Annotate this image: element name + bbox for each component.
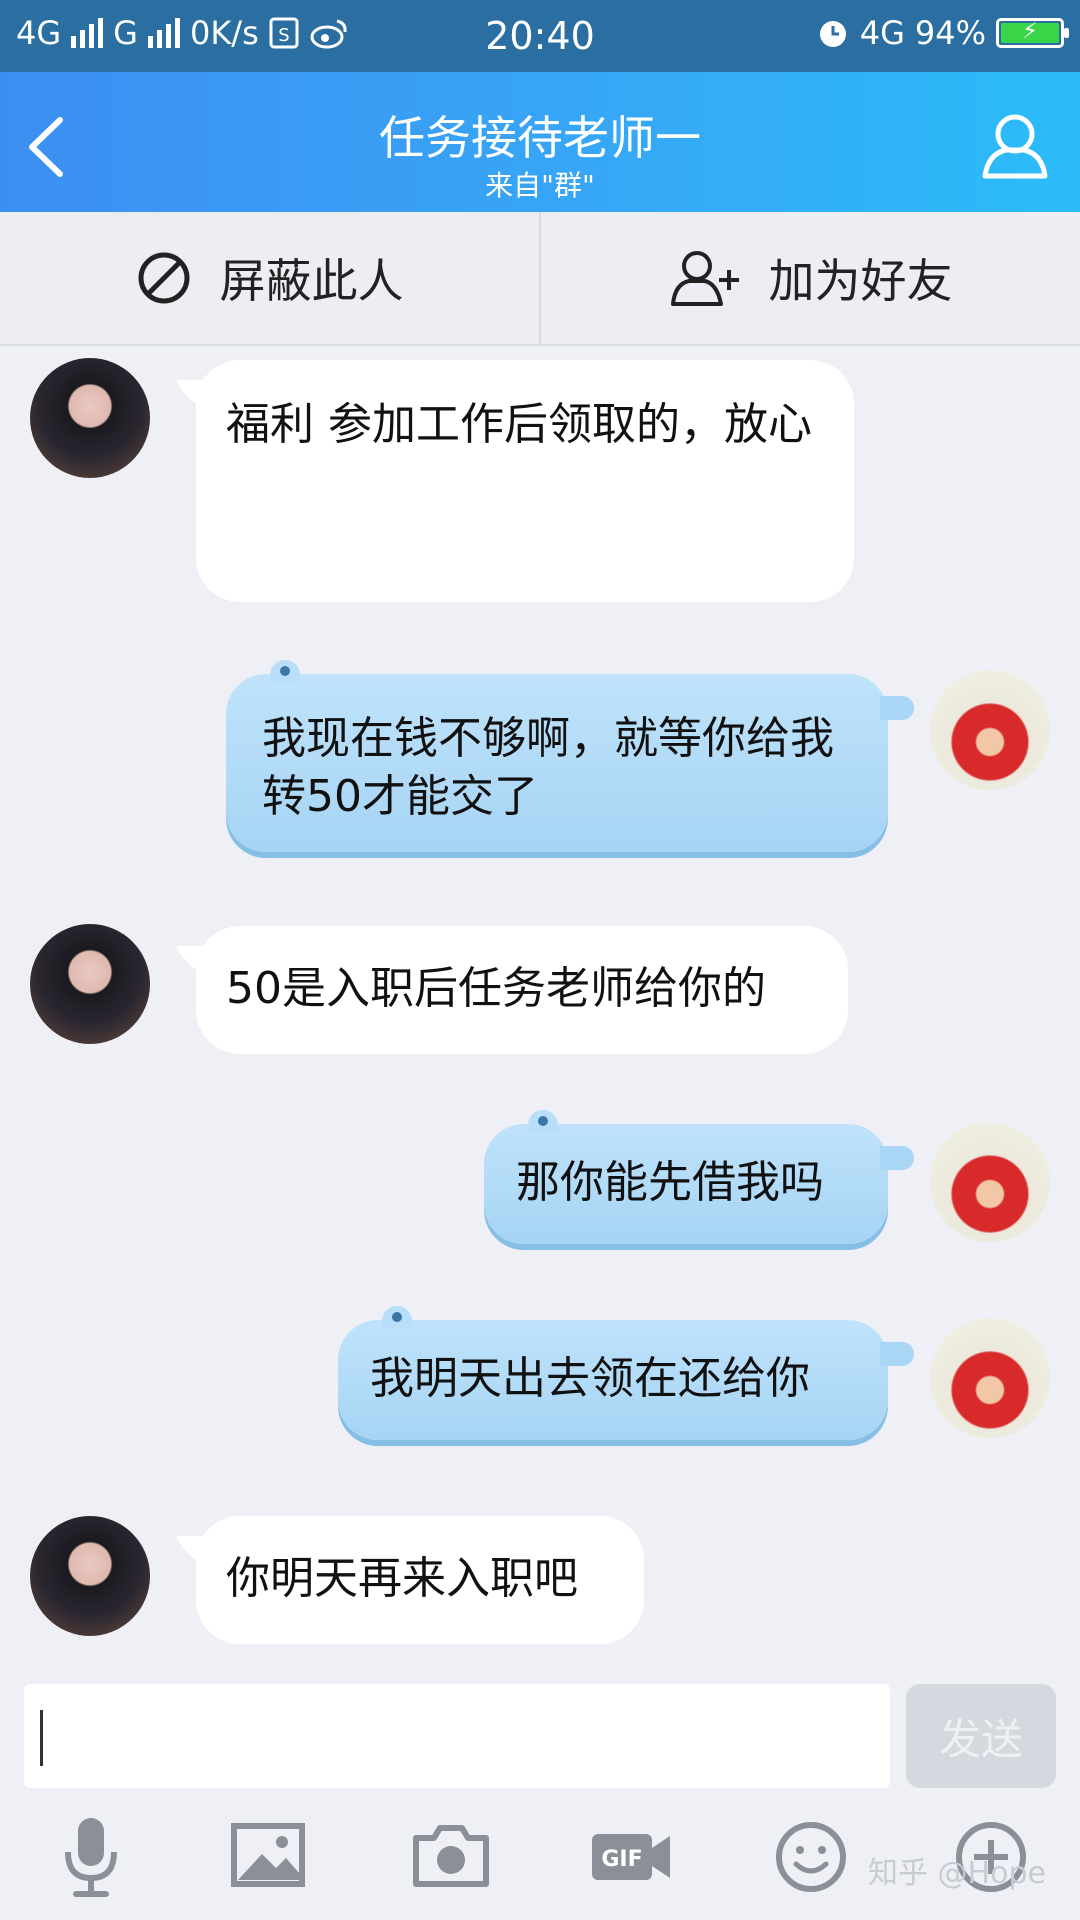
message-bubble-outgoing[interactable]: 我明天出去领在还给你: [338, 1306, 914, 1440]
block-user-label: 屏蔽此人: [219, 254, 404, 308]
add-user-icon: [670, 251, 739, 306]
bubble-decoration: [528, 1110, 558, 1132]
message-text: 50是入职后任务老师给你的: [226, 963, 766, 1014]
nav-bar: 任务接待老师一 来自"群": [0, 72, 1080, 212]
camera-icon[interactable]: [406, 1812, 496, 1902]
send-button[interactable]: 发送: [906, 1684, 1056, 1788]
chat-title: 任务接待老师一: [379, 111, 701, 165]
avatar-self[interactable]: [930, 1318, 1050, 1438]
microphone-icon[interactable]: [46, 1812, 136, 1902]
add-friend-button[interactable]: 加为好友: [541, 212, 1080, 344]
bubble-decoration: [270, 660, 300, 682]
message-bubble-incoming[interactable]: 你明天再来入职吧: [196, 1516, 644, 1644]
message-text: 福利 参加工作后领取的，放心: [226, 399, 812, 450]
message-bubble-incoming[interactable]: 50是入职后任务老师给你的: [196, 926, 848, 1054]
status-bar: 4G G 0K/s S 20:40 4G 94% ⚡: [0, 0, 1080, 72]
message-text: 我明天出去领在还给你: [370, 1353, 810, 1404]
message-bubble-outgoing[interactable]: 我现在钱不够啊，就等你给我转50才能交了: [226, 660, 914, 852]
gif-icon[interactable]: GIF: [586, 1812, 676, 1902]
network-type-right: 4G: [859, 14, 905, 52]
bubble-decoration: [382, 1306, 412, 1328]
add-friend-label: 加为好友: [768, 254, 953, 308]
battery-percent: 94%: [914, 14, 986, 52]
image-icon[interactable]: [224, 1812, 314, 1902]
avatar-other[interactable]: [30, 924, 150, 1044]
block-icon: [138, 252, 189, 304]
message-text: 我现在钱不够啊，就等你给我转50才能交了: [262, 713, 834, 822]
text-caret: [40, 1710, 43, 1766]
message-bubble-outgoing[interactable]: 那你能先借我吗: [484, 1110, 914, 1244]
action-bar: 屏蔽此人 加为好友: [0, 212, 1080, 346]
alarm-icon: [819, 21, 846, 47]
svg-text:GIF: GIF: [601, 1847, 642, 1872]
battery-icon: ⚡: [996, 18, 1069, 48]
emoji-icon[interactable]: [766, 1812, 856, 1902]
message-text: 你明天再来入职吧: [226, 1553, 578, 1604]
input-row: 发送: [0, 1670, 1080, 1790]
chat-subtitle: 来自"群": [485, 169, 595, 202]
status-right: 4G 94% ⚡: [816, 14, 1069, 52]
watermark: 知乎 @Hope: [868, 1856, 1046, 1891]
avatar-self[interactable]: [930, 670, 1050, 790]
message-text: 那你能先借我吗: [516, 1157, 824, 1208]
avatar-self[interactable]: [930, 1122, 1050, 1242]
message-bubble-incoming[interactable]: 福利 参加工作后领取的，放心: [196, 360, 854, 602]
block-user-button[interactable]: 屏蔽此人: [0, 212, 539, 344]
avatar-other[interactable]: [30, 1516, 150, 1636]
profile-icon[interactable]: [980, 110, 1050, 180]
message-input[interactable]: [24, 1684, 890, 1788]
avatar-other[interactable]: [30, 358, 150, 478]
